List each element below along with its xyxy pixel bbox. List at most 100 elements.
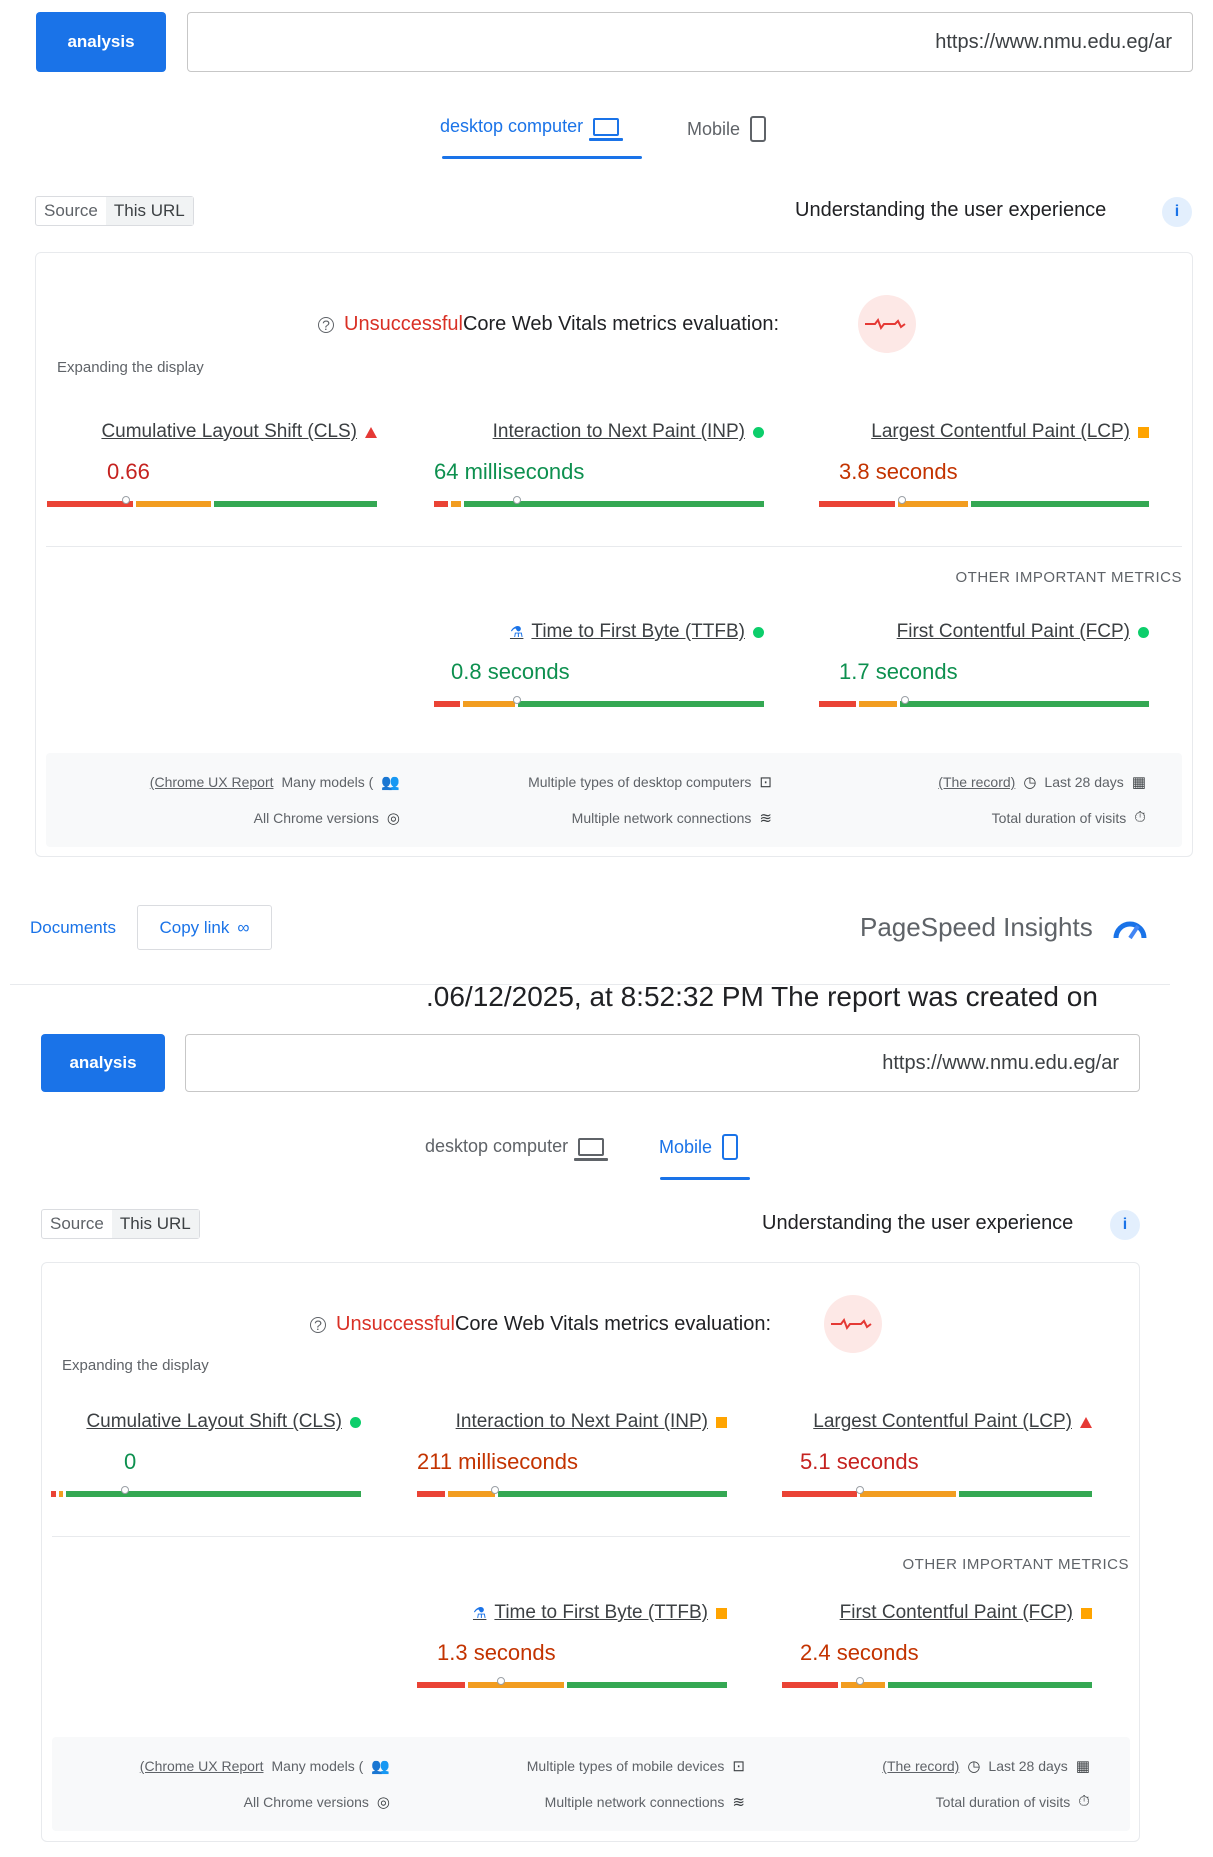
source-toggle[interactable]: Source This URL [41, 1209, 200, 1239]
psi-logo-icon [1113, 921, 1147, 940]
network-text: Multiple network connections [571, 810, 752, 826]
analyze-button[interactable]: analysis [41, 1034, 165, 1092]
tab-mobile[interactable]: Mobile [659, 1134, 739, 1160]
crux-link[interactable]: (Chrome UX Report [150, 774, 274, 790]
metric-cls-value: 0.66 [107, 459, 150, 484]
ux-title: Understanding the user experience [762, 1212, 1074, 1234]
average-indicator-icon [716, 1607, 727, 1619]
metric-fcp-title-text[interactable]: First Contentful Paint (FCP) [897, 621, 1130, 643]
ux-info-icon[interactable]: i [1110, 1210, 1140, 1240]
question-icon[interactable]: ? [310, 1316, 326, 1333]
metric-ttfb-title-text[interactable]: Time to First Byte (TTFB) [531, 621, 745, 643]
url-input[interactable]: https://www.nmu.edu.eg/ar [185, 1034, 1140, 1092]
many-models-text: Many models ( [271, 1758, 364, 1774]
other-metrics-label: OTHER IMPORTANT METRICS [902, 1556, 1129, 1573]
record-link[interactable]: (The record) [882, 1758, 959, 1774]
metric-cls-title[interactable]: Cumulative Layout Shift (CLS) [101, 421, 377, 443]
source-toggle[interactable]: Source This URL [35, 196, 194, 226]
copy-link-button[interactable]: Copy link ∞ [137, 905, 272, 950]
footer-network: Multiple network connections ≋ [545, 1793, 745, 1811]
source-label[interactable]: Source [42, 1210, 112, 1238]
metric-fcp-value: 2.4 seconds [800, 1640, 919, 1665]
metrics-card: ? Unsuccessful Core Web Vitals metrics e… [41, 1262, 1140, 1842]
expand-display[interactable]: Expanding the display [62, 1357, 209, 1374]
footer-devices: Multiple types of mobile devices ⊡ [527, 1757, 745, 1775]
copy-link-label: Copy link [159, 917, 230, 937]
url-input[interactable]: https://www.nmu.edu.eg/ar [187, 12, 1193, 72]
psi-title: PageSpeed Insights [860, 912, 1093, 942]
assessment-text: Core Web Vitals metrics evaluation: [454, 1313, 772, 1335]
chrome-versions-text: All Chrome versions [243, 1794, 369, 1810]
calendar-icon: ▦ [1131, 774, 1146, 791]
assessment-status: Unsuccessful [336, 1313, 455, 1335]
last-days-text: Last 28 days [988, 1758, 1068, 1774]
users-icon: 👥 [371, 1758, 390, 1775]
metric-ttfb-title-text[interactable]: Time to First Byte (TTFB) [494, 1602, 708, 1624]
pulse-icon [858, 295, 916, 353]
metric-ttfb-title[interactable]: ⚗ Time to First Byte (TTFB) [473, 1602, 727, 1624]
average-indicator-icon [716, 1416, 727, 1428]
metric-fcp-bar [819, 701, 1149, 707]
question-icon[interactable]: ? [318, 316, 334, 333]
metrics-divider [46, 546, 1182, 547]
desktop-report-panel: analysis https://www.nmu.edu.eg/ar deskt… [0, 0, 1213, 880]
crux-link[interactable]: (Chrome UX Report [140, 1758, 264, 1774]
footer-record: (The record) ◷ Last 28 days ▦ [882, 1757, 1090, 1775]
documents-button[interactable]: Documents [30, 905, 116, 950]
metric-fcp-title-text[interactable]: First Contentful Paint (FCP) [840, 1602, 1073, 1624]
clock-icon: ◷ [1023, 774, 1037, 791]
card-footer: (Chrome UX Report Many models (👥 All Chro… [46, 753, 1182, 847]
visits-text: Total duration of visits [991, 809, 1127, 826]
footer-crux: (Chrome UX Report Many models ( 👥 [140, 1757, 390, 1775]
metric-ttfb-value: 0.8 seconds [451, 659, 570, 684]
cwv-assessment: ? Unsuccessful Core Web Vitals metrics e… [310, 1313, 771, 1336]
tab-desktop-label: desktop computer [425, 1136, 569, 1156]
wifi-icon: ≋ [732, 1794, 745, 1811]
average-indicator-icon [1081, 1607, 1092, 1619]
card-footer: (Chrome UX Report Many models ( 👥 All Chro… [52, 1737, 1130, 1831]
metric-lcp-title-text[interactable]: Largest Contentful Paint (LCP) [871, 421, 1130, 443]
metrics-divider [52, 1536, 1130, 1537]
metric-inp-title[interactable]: Interaction to Next Paint (INP) [493, 421, 764, 443]
good-indicator-icon [753, 626, 764, 638]
metric-ttfb-bar [417, 1682, 727, 1688]
many-models-text: Many models ( [281, 774, 374, 790]
metric-inp-title-text[interactable]: Interaction to Next Paint (INP) [493, 421, 745, 443]
source-this-url[interactable]: This URL [105, 197, 193, 225]
analyze-button[interactable]: analysis [36, 12, 166, 72]
source-this-url[interactable]: This URL [111, 1210, 199, 1238]
record-link[interactable]: (The record) [938, 774, 1015, 790]
metric-inp-title-text[interactable]: Interaction to Next Paint (INP) [456, 1411, 708, 1433]
metric-lcp-title[interactable]: Largest Contentful Paint (LCP) [813, 1411, 1092, 1433]
metric-lcp-title-text[interactable]: Largest Contentful Paint (LCP) [813, 1411, 1072, 1433]
source-label[interactable]: Source [36, 197, 106, 225]
metric-cls-title[interactable]: Cumulative Layout Shift (CLS) [86, 1411, 361, 1433]
pulse-icon [824, 1295, 882, 1353]
metric-cls-title-text[interactable]: Cumulative Layout Shift (CLS) [101, 421, 357, 443]
metric-inp-title[interactable]: Interaction to Next Paint (INP) [456, 1411, 727, 1433]
metric-lcp-bar [819, 501, 1149, 507]
metric-ttfb-marker [512, 696, 521, 704]
tab-desktop[interactable]: desktop computer [440, 116, 624, 141]
metric-cls-title-text[interactable]: Cumulative Layout Shift (CLS) [86, 1411, 342, 1433]
metric-lcp-title[interactable]: Largest Contentful Paint (LCP) [871, 421, 1149, 443]
metric-lcp-value: 3.8 seconds [839, 459, 958, 484]
good-indicator-icon [1138, 626, 1149, 638]
metric-inp-bar [434, 501, 764, 507]
expand-display[interactable]: Expanding the display [57, 359, 204, 376]
tab-mobile[interactable]: Mobile [687, 116, 767, 142]
chrome-icon: ◎ [376, 1794, 390, 1811]
footer-visits: Total duration of visits ⏱ [936, 1793, 1090, 1810]
ux-info-icon[interactable]: i [1162, 197, 1192, 227]
metric-ttfb-title[interactable]: ⚗ Time to First Byte (TTFB) [510, 621, 764, 643]
metric-fcp-title[interactable]: First Contentful Paint (FCP) [897, 621, 1149, 643]
footer-crux: (Chrome UX Report Many models (👥 [150, 773, 400, 791]
metric-inp-bar [417, 1491, 727, 1497]
metric-fcp-title[interactable]: First Contentful Paint (FCP) [840, 1602, 1092, 1624]
cwv-assessment: ? Unsuccessful Core Web Vitals metrics e… [318, 313, 779, 336]
calendar-icon: ▦ [1075, 1758, 1090, 1775]
mobile-report-panel: analysis https://www.nmu.edu.eg/ar deskt… [0, 1030, 1213, 1857]
tab-desktop[interactable]: desktop computer [425, 1136, 609, 1161]
desktop-icon [574, 1137, 609, 1161]
metric-fcp-marker [900, 696, 909, 704]
